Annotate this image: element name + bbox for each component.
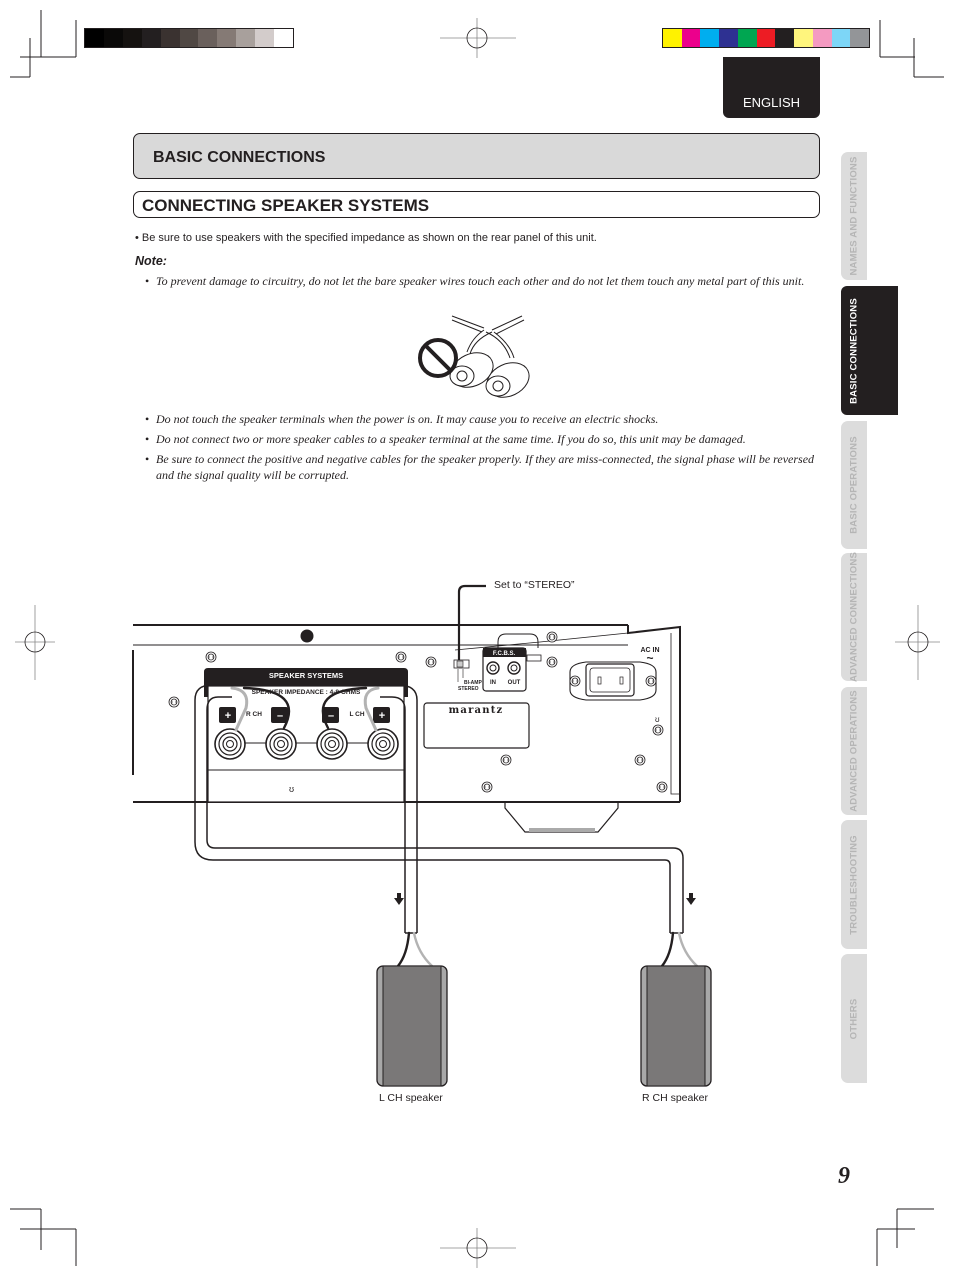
page-number: 9: [838, 1163, 850, 1189]
brand-logo: marantz: [449, 705, 504, 716]
l-ch-label: L CH: [349, 711, 364, 718]
fcbs-out-label: OUT: [508, 680, 521, 686]
l-plus-sign: +: [379, 710, 385, 722]
r-ch-speaker-label: R CH speaker: [642, 1092, 708, 1104]
speaker-systems-label: SPEAKER SYSTEMS: [269, 671, 343, 680]
svg-text:ʊ: ʊ: [655, 715, 660, 724]
direction-arrows: [394, 893, 696, 905]
r-ch-speaker: [640, 965, 712, 1087]
fcbs-label: F.C.B.S.: [493, 651, 516, 657]
ac-symbol: ~: [646, 651, 653, 665]
speaker-connection-diagram: SPEAKER SYSTEMS SPEAKER IMPEDANCE : 4-8 …: [132, 584, 712, 1087]
stereo-callout: Set to “STEREO”: [494, 579, 575, 591]
r-ch-label: R CH: [246, 711, 262, 718]
l-minus-sign: –: [328, 710, 334, 722]
brand-label-plate: marantz: [423, 702, 530, 749]
chassis-foot: [504, 803, 619, 833]
l-ch-speaker: [376, 965, 448, 1087]
fcbs-in-label: IN: [490, 680, 496, 686]
r-plus-sign: +: [225, 710, 231, 722]
svg-text:ʊ: ʊ: [289, 784, 294, 794]
l-ch-speaker-label: L CH speaker: [379, 1092, 443, 1104]
stereo-label: STEREO: [458, 686, 479, 692]
bi-amp-stereo-switch: BI-AMP STEREO: [453, 584, 486, 692]
r-minus-sign: –: [277, 710, 283, 722]
ac-inlet: AC IN ~: [569, 647, 660, 701]
chassis-foot-dot: [300, 629, 314, 643]
